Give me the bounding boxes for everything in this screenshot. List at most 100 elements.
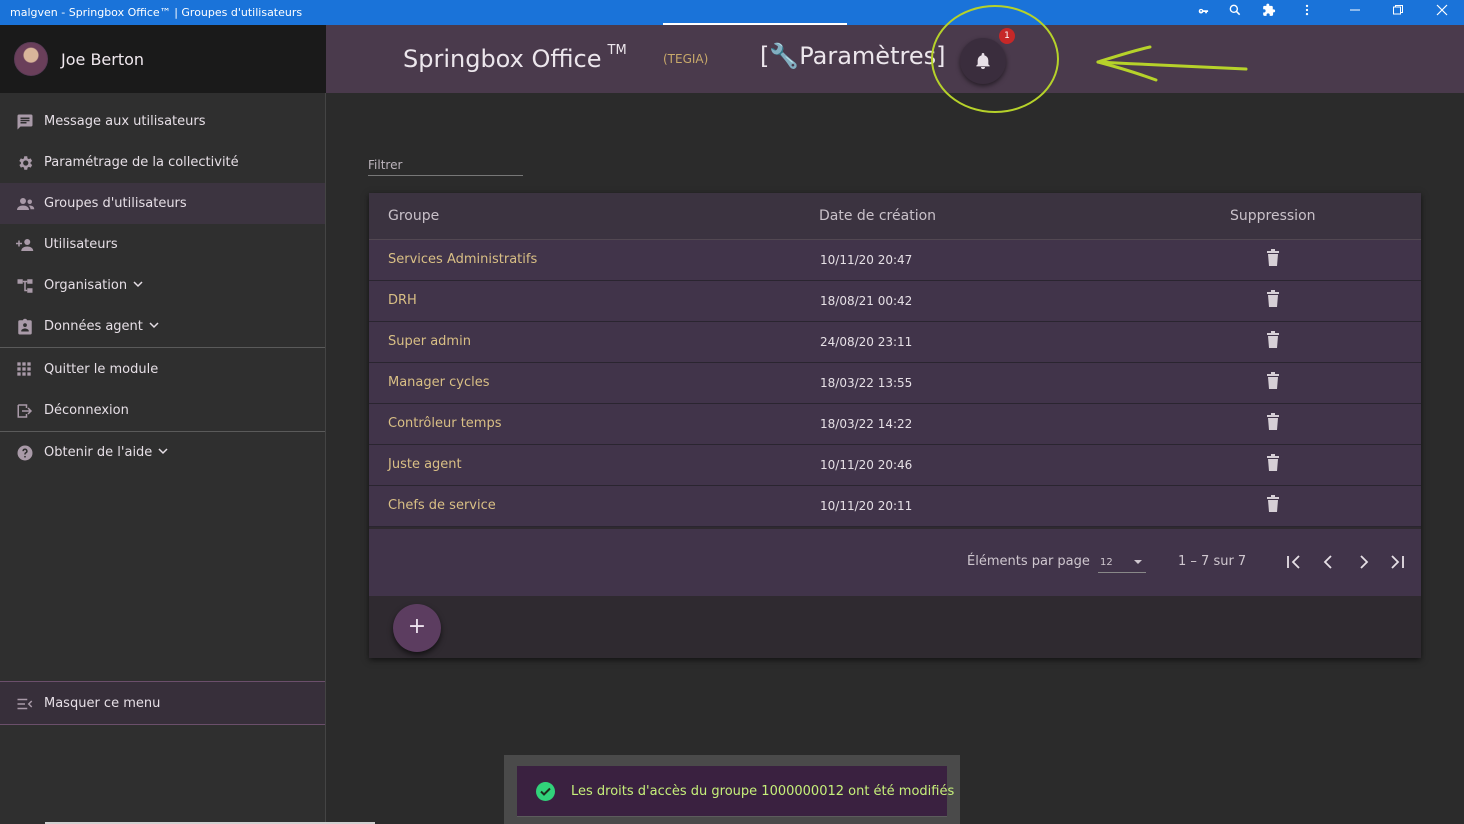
add-group-button[interactable]: +: [393, 604, 441, 652]
search-icon[interactable]: [1225, 3, 1245, 23]
more-vert-icon[interactable]: [1297, 3, 1317, 23]
sidebar-item-users[interactable]: Utilisateurs: [0, 224, 325, 265]
trash-icon[interactable]: [1266, 290, 1280, 308]
previous-page-icon[interactable]: [1320, 553, 1338, 571]
restore-icon[interactable]: [1388, 3, 1408, 23]
snackbar: Les droits d'accès du groupe 1000000012 …: [517, 766, 954, 817]
window-titlebar: malgven - Springbox Office™ | Groupes d'…: [0, 0, 1464, 25]
trash-icon[interactable]: [1266, 331, 1280, 349]
chevron-down-icon: [149, 322, 159, 329]
badge-icon: [16, 318, 34, 336]
first-page-icon[interactable]: [1285, 553, 1303, 571]
dropdown-caret-icon: [1134, 560, 1142, 564]
sidebar: Joe Berton Message aux utilisateurs Para…: [0, 25, 326, 824]
filter-input[interactable]: [368, 156, 518, 174]
creation-date: 10/11/20 20:47: [820, 253, 913, 267]
page-range: 1 – 7 sur 7: [1178, 554, 1247, 569]
sidebar-item-settings[interactable]: Paramétrage de la collectivité: [0, 142, 325, 183]
creation-date: 24/08/20 23:11: [820, 335, 913, 349]
menu-collapse-icon: [16, 695, 34, 713]
close-icon[interactable]: [1432, 3, 1452, 23]
filter-field[interactable]: [368, 154, 523, 176]
group-name-link[interactable]: Juste agent: [388, 457, 462, 472]
sidebar-item-help[interactable]: Obtenir de l'aide: [0, 432, 325, 473]
app-header: Springbox Office TM (TEGIA) [🔧Paramètres]…: [326, 25, 1464, 93]
table-row[interactable]: Juste agent 10/11/20 20:46: [369, 445, 1421, 486]
org-chart-icon: [16, 277, 34, 295]
column-header-date[interactable]: Date de création: [819, 208, 936, 224]
sidebar-item-label: Quitter le module: [44, 362, 159, 377]
trash-icon[interactable]: [1266, 249, 1280, 267]
user-header: Joe Berton: [0, 25, 326, 93]
window-title: malgven - Springbox Office™ | Groupes d'…: [10, 6, 303, 19]
column-header-group[interactable]: Groupe: [388, 208, 439, 224]
user-name: Joe Berton: [61, 50, 145, 69]
trademark: TM: [607, 43, 627, 58]
creation-date: 18/03/22 13:55: [820, 376, 913, 390]
items-per-page-label: Éléments par page: [967, 554, 1090, 569]
logout-icon: [16, 402, 34, 420]
table-row[interactable]: Chefs de service 10/11/20 20:11: [369, 486, 1421, 527]
annotation-arrow: [1096, 45, 1248, 82]
last-page-icon[interactable]: [1388, 553, 1406, 571]
creation-date: 18/03/22 14:22: [820, 417, 913, 431]
trash-icon[interactable]: [1266, 454, 1280, 472]
gear-icon: [16, 154, 34, 172]
puzzle-icon[interactable]: [1259, 3, 1279, 23]
group-name-link[interactable]: DRH: [388, 293, 417, 308]
sidebar-item-label: Paramétrage de la collectivité: [44, 155, 239, 170]
sidebar-item-messages[interactable]: Message aux utilisateurs: [0, 101, 325, 142]
page-size-select[interactable]: 12: [1098, 551, 1146, 573]
snackbar-message: Les droits d'accès du groupe 1000000012 …: [571, 784, 955, 799]
group-icon: [16, 195, 35, 213]
trash-icon[interactable]: [1266, 495, 1280, 513]
snackbar-container: Les droits d'accès du groupe 1000000012 …: [504, 755, 960, 824]
sidebar-divider: [0, 347, 325, 348]
creation-date: 10/11/20 20:11: [820, 499, 913, 513]
add-user-icon: [16, 236, 34, 254]
table-header: Groupe Date de création Suppression: [369, 193, 1421, 240]
sidebar-item-logout[interactable]: Déconnexion: [0, 390, 325, 431]
sidebar-item-label: Déconnexion: [44, 403, 129, 418]
group-name-link[interactable]: Manager cycles: [388, 375, 490, 390]
hide-menu-label: Masquer ce menu: [44, 696, 161, 711]
message-icon: [16, 113, 34, 131]
group-name-link[interactable]: Chefs de service: [388, 498, 496, 513]
sidebar-item-agent-data[interactable]: Données agent: [0, 306, 325, 347]
sidebar-item-label: Organisation: [44, 278, 143, 293]
table-row[interactable]: Services Administratifs 10/11/20 20:47: [369, 240, 1421, 281]
table-row[interactable]: DRH 18/08/21 00:42: [369, 281, 1421, 322]
table-row[interactable]: Contrôleur temps 18/03/22 14:22: [369, 404, 1421, 445]
group-name-link[interactable]: Super admin: [388, 334, 471, 349]
groups-table-card: Groupe Date de création Suppression Serv…: [369, 193, 1421, 658]
minimize-icon[interactable]: [1345, 3, 1365, 23]
sidebar-item-label: Utilisateurs: [44, 237, 118, 252]
sidebar-item-user-groups[interactable]: Groupes d'utilisateurs: [0, 183, 325, 224]
trash-icon[interactable]: [1266, 413, 1280, 431]
group-name-link[interactable]: Contrôleur temps: [388, 416, 502, 431]
app-title: Springbox Office TM: [403, 43, 627, 73]
avatar[interactable]: [14, 42, 48, 76]
sidebar-item-label: Message aux utilisateurs: [44, 114, 206, 129]
column-header-delete: Suppression: [1230, 208, 1316, 224]
key-icon[interactable]: [1194, 3, 1214, 23]
group-name-link[interactable]: Services Administratifs: [388, 252, 537, 267]
next-page-icon[interactable]: [1354, 553, 1372, 571]
page-size-value: 12: [1100, 557, 1113, 568]
sidebar-item-label: Données agent: [44, 319, 159, 334]
table-row[interactable]: Super admin 24/08/20 23:11: [369, 322, 1421, 363]
hide-menu-button[interactable]: Masquer ce menu: [0, 681, 325, 725]
chevron-down-icon: [133, 281, 143, 288]
page-title: [🔧Paramètres]: [760, 42, 946, 70]
annotation-highlight-circle: [931, 5, 1059, 113]
chevron-down-icon: [158, 448, 168, 455]
creation-date: 18/08/21 00:42: [820, 294, 913, 308]
sidebar-item-organisation[interactable]: Organisation: [0, 265, 325, 306]
table-row[interactable]: Manager cycles 18/03/22 13:55: [369, 363, 1421, 404]
apps-grid-icon: [16, 361, 34, 379]
sidebar-item-quit-module[interactable]: Quitter le module: [0, 349, 325, 390]
trash-icon[interactable]: [1266, 372, 1280, 390]
creation-date: 10/11/20 20:46: [820, 458, 913, 472]
organisation-code: (TEGIA): [663, 52, 709, 66]
sidebar-item-label: Obtenir de l'aide: [44, 445, 168, 460]
